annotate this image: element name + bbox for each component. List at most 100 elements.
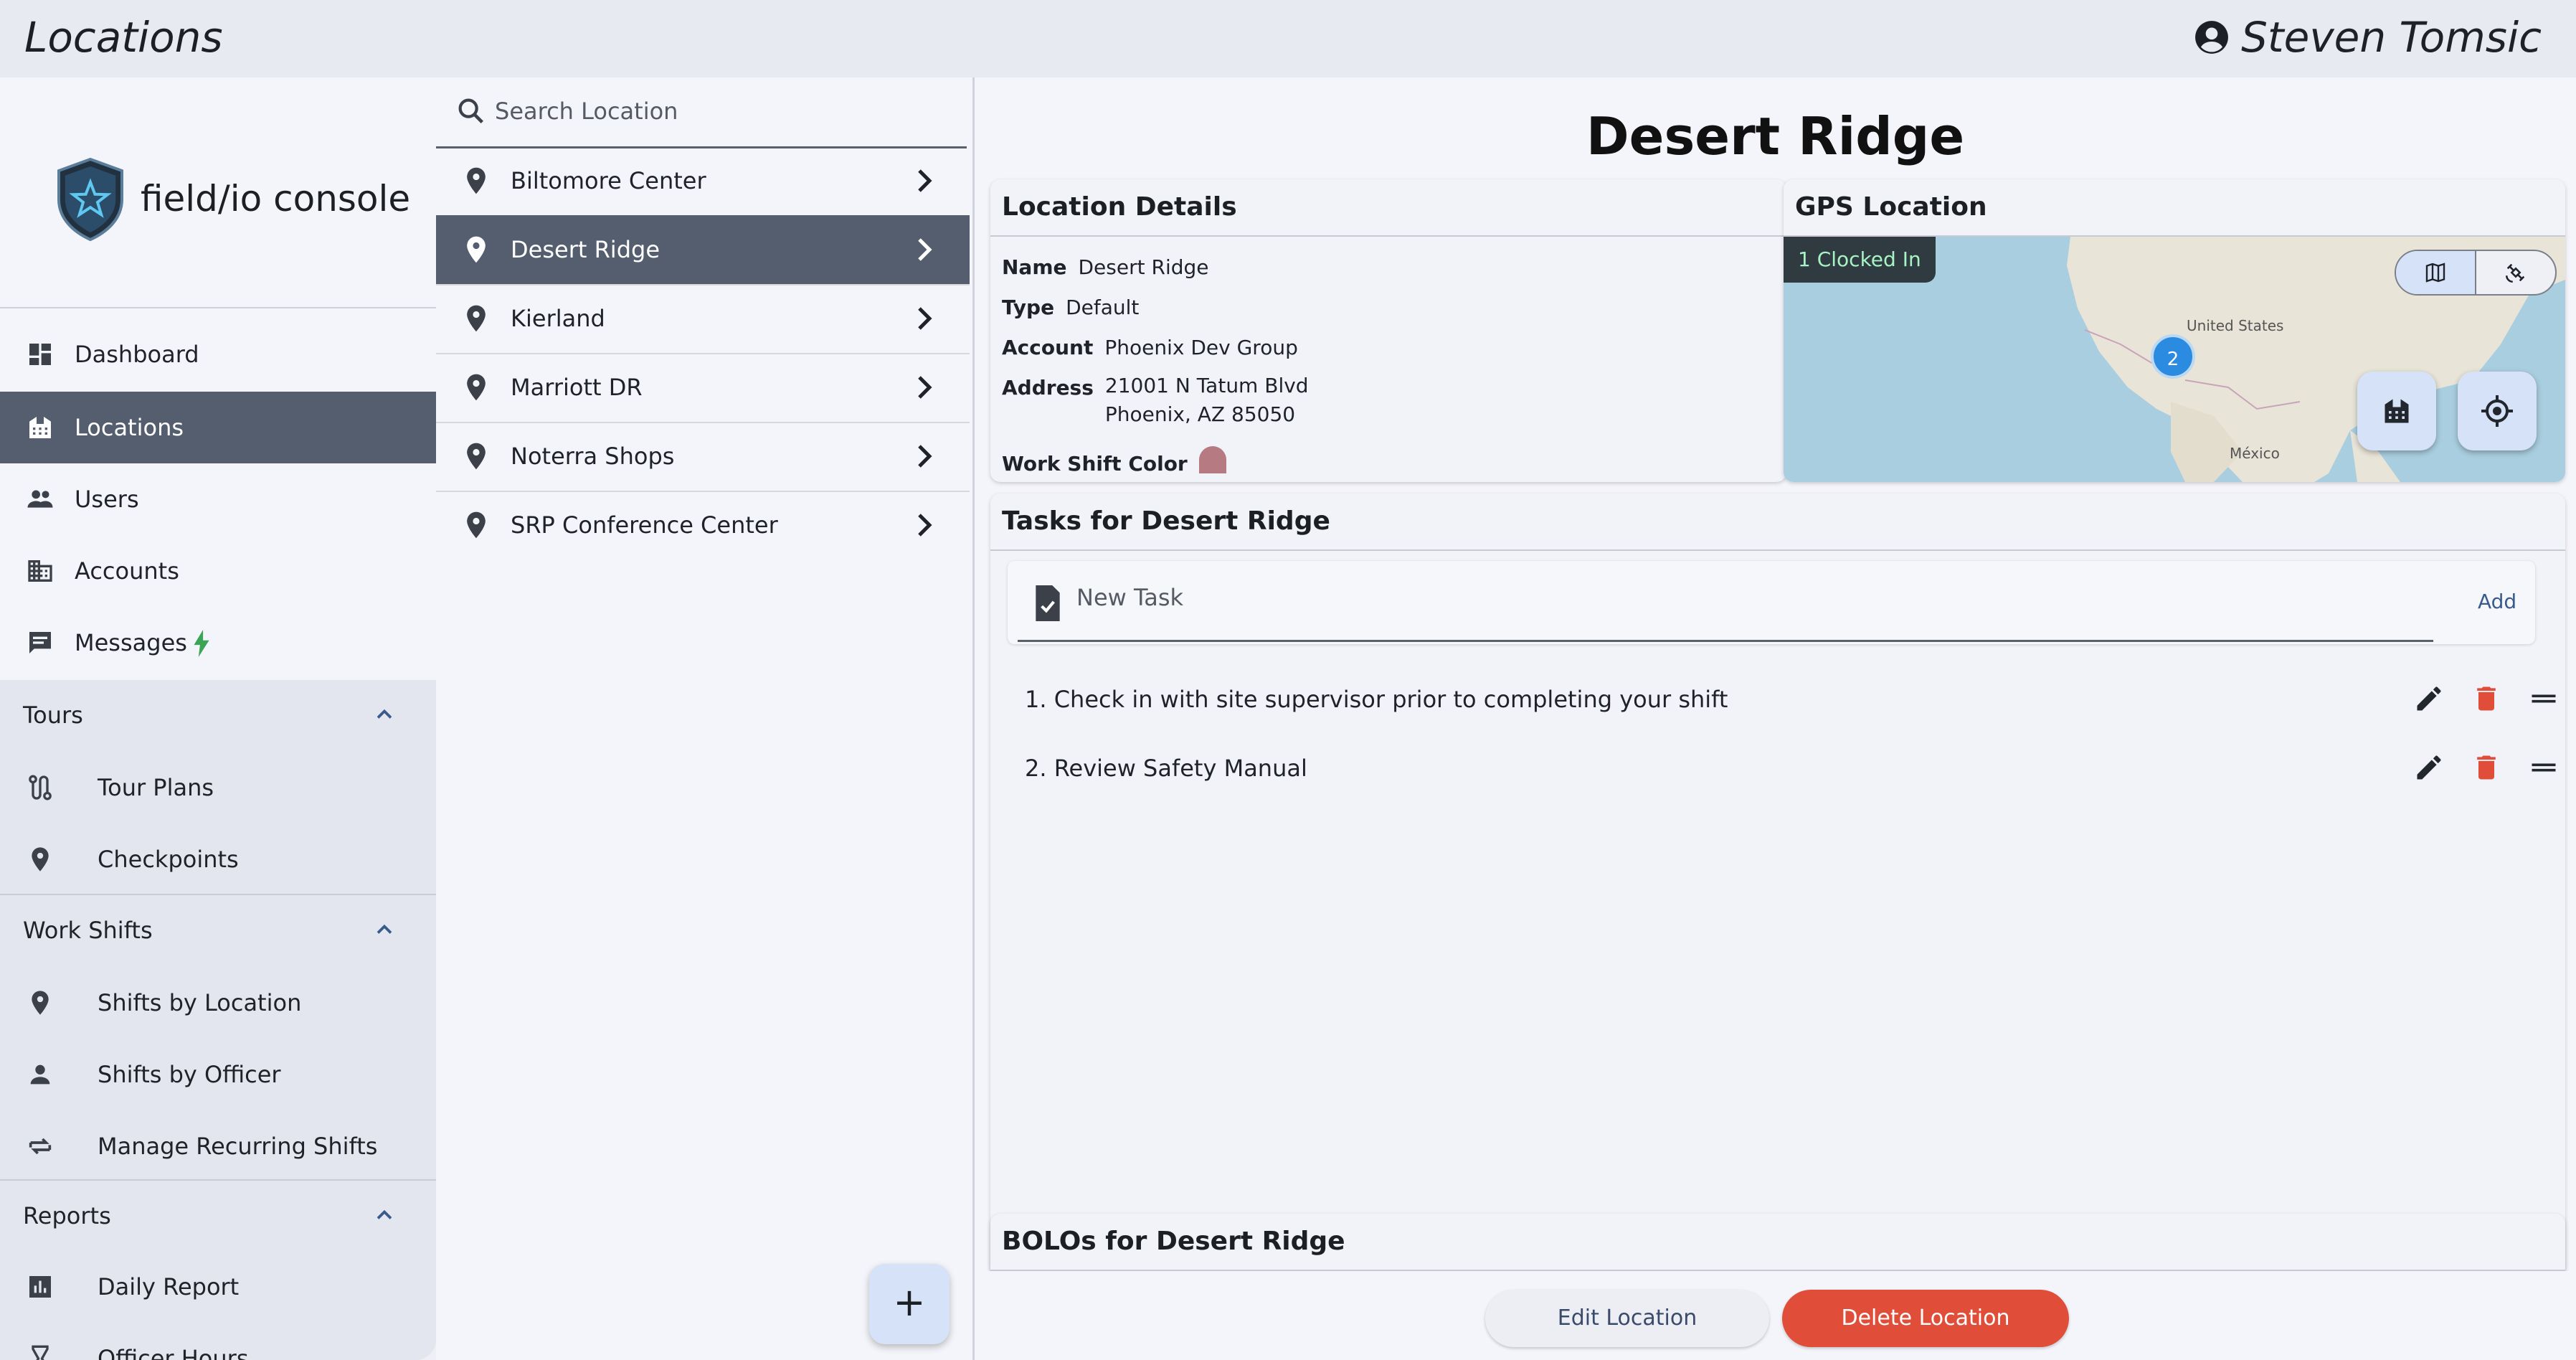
gps-location-card: GPS Location United States México 2 1 Cl… [1784, 179, 2565, 482]
sidebar-item-users[interactable]: Users [0, 463, 436, 535]
edit-task-button[interactable] [2400, 752, 2458, 783]
user-menu[interactable]: Steven Tomsic [2194, 13, 2542, 62]
brand: field/io console [0, 77, 436, 308]
pin-icon [467, 374, 486, 401]
location-item-label: Kierland [511, 305, 605, 332]
pin-icon [467, 236, 486, 263]
pin-icon [32, 847, 49, 872]
search-icon [458, 98, 483, 123]
map-type-toggle[interactable] [2395, 250, 2557, 296]
card-heading: BOLOs for Desert Ridge [990, 1214, 2565, 1271]
location-details-card: Location Details Name Desert Ridge Type De… [990, 179, 1786, 482]
map-label-mexico: México [2230, 445, 2280, 462]
map-icon [2425, 263, 2445, 283]
top-app-bar: Locations Steven Tomsic [0, 0, 2576, 77]
new-task-field: Add [1008, 561, 2535, 644]
map-locate-button[interactable] [2458, 372, 2537, 450]
task-item: 2. Review Safety Manual [1025, 755, 1307, 782]
search-input[interactable] [493, 90, 941, 132]
chevron-up-icon [377, 709, 392, 719]
sidebar-item-shifts-by-officer[interactable]: Shifts by Officer [0, 1039, 436, 1110]
location-item-label: Noterra Shops [511, 443, 675, 470]
location-title: Desert Ridge [1586, 106, 1965, 166]
sidebar-item-officer-hours[interactable]: Officer Hours [0, 1323, 436, 1360]
pin-icon [467, 167, 486, 194]
detail-type-row: Type Default [1002, 296, 1139, 319]
chevron-right-icon [918, 238, 932, 261]
detail-color-row: Work Shift Color [1002, 446, 1226, 476]
person-icon [30, 1064, 50, 1085]
sidebar-item-accounts[interactable]: Accounts [0, 535, 436, 607]
location-item-label: Desert Ridge [511, 236, 660, 263]
sidebar-item-tour-plans[interactable]: Tour Plans [0, 752, 436, 823]
crosshair-icon [2481, 395, 2513, 427]
drag-handle[interactable] [2515, 683, 2572, 714]
action-bar: Edit Location Delete Location [975, 1271, 2576, 1360]
location-item-marriott-dr[interactable]: Marriott DR [436, 353, 970, 423]
location-item-label: Marriott DR [511, 374, 643, 401]
section-reports[interactable]: Reports [0, 1181, 436, 1251]
location-item-srp-conference-center[interactable]: SRP Conference Center [436, 491, 970, 559]
accounts-icon [28, 560, 52, 582]
delete-location-button[interactable]: Delete Location [1782, 1290, 2069, 1347]
pin-icon [467, 511, 486, 539]
delete-task-button[interactable] [2458, 683, 2515, 714]
card-heading: Tasks for Desert Ridge [990, 494, 2565, 551]
sidebar-item-label: Daily Report [98, 1273, 240, 1300]
edit-location-button[interactable]: Edit Location [1485, 1290, 1769, 1347]
add-task-button[interactable]: Add [2478, 590, 2516, 613]
sidebar: field/io console Dashboard Locations Use… [0, 77, 436, 1360]
delete-task-button[interactable] [2458, 752, 2515, 783]
location-item-kierland[interactable]: Kierland [436, 284, 970, 354]
location-item-desert-ridge[interactable]: Desert Ridge [436, 215, 970, 285]
map[interactable]: United States México 2 1 Clocked In [1784, 237, 2565, 482]
pin-icon [32, 991, 49, 1015]
add-location-button[interactable]: + [869, 1264, 950, 1344]
new-task-input[interactable] [1075, 575, 2426, 620]
map-cluster-marker[interactable]: 2 [2151, 334, 2195, 379]
sidebar-item-label: Manage Recurring Shifts [98, 1133, 378, 1160]
search-bar [436, 77, 967, 148]
sidebar-item-label: Users [75, 486, 139, 513]
sidebar-item-shifts-by-location[interactable]: Shifts by Location [0, 967, 436, 1039]
chart-icon [29, 1276, 51, 1298]
sidebar-item-manage-recurring-shifts[interactable]: Manage Recurring Shifts [0, 1110, 436, 1182]
section-work-shifts[interactable]: Work Shifts [0, 895, 436, 965]
detail-label: Address [1002, 376, 1094, 400]
location-item-noterra-shops[interactable]: Noterra Shops [436, 422, 970, 492]
hourglass-icon [32, 1345, 49, 1360]
chevron-up-icon [377, 924, 392, 934]
task-actions [2400, 752, 2572, 783]
clocked-in-badge: 1 Clocked In [1784, 237, 1936, 283]
section-label: Reports [23, 1202, 111, 1229]
map-buildings-button[interactable] [2357, 372, 2436, 450]
input-underline [1018, 640, 2433, 642]
sidebar-item-checkpoints[interactable]: Checkpoints [0, 823, 436, 895]
satellite-view-button[interactable] [2476, 251, 2555, 294]
edit-task-button[interactable] [2400, 683, 2458, 714]
detail-name-row: Name Desert Ridge [1002, 255, 1209, 279]
map-label-united-states: United States [2187, 317, 2284, 334]
detail-address-row: Address 21001 N Tatum Blvd Phoenix, AZ 850… [1002, 374, 1309, 429]
account-circle-icon [2195, 21, 2228, 54]
map-view-button[interactable] [2396, 251, 2476, 294]
address-line1: 21001 N Tatum Blvd [1104, 374, 1309, 397]
sidebar-item-label: Dashboard [75, 341, 199, 368]
sidebar-item-daily-report[interactable]: Daily Report [0, 1251, 436, 1323]
task-item: 1. Check in with site supervisor prior t… [1025, 686, 1728, 713]
section-label: Work Shifts [23, 917, 153, 944]
trash-icon [2477, 755, 2496, 780]
address-line2: Phoenix, AZ 85050 [1104, 402, 1296, 426]
chevron-right-icon [918, 445, 932, 468]
section-tours[interactable]: Tours [0, 680, 436, 750]
location-item-biltomore-center[interactable]: Biltomore Center [436, 146, 970, 217]
sidebar-item-messages[interactable]: Messages [0, 607, 436, 679]
sidebar-item-locations[interactable]: Locations [0, 392, 436, 463]
card-heading: GPS Location [1784, 179, 2565, 237]
drag-handle[interactable] [2515, 752, 2572, 783]
detail-account-row: Account Phoenix Dev Group [1002, 336, 1298, 359]
sidebar-item-label: Locations [75, 414, 184, 441]
location-item-label: SRP Conference Center [511, 511, 778, 539]
detail-label: Type [1002, 296, 1055, 319]
sidebar-item-dashboard[interactable]: Dashboard [0, 318, 436, 390]
